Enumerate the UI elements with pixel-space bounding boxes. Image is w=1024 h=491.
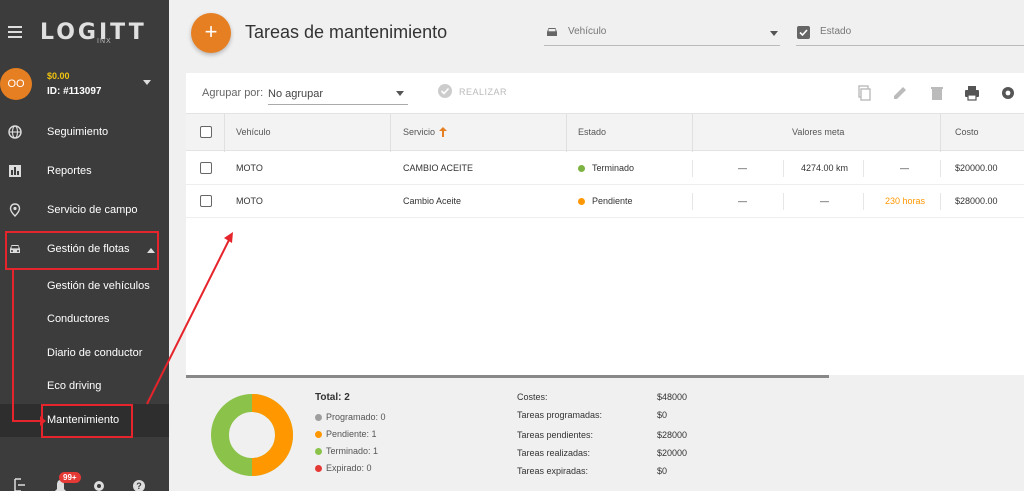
annotation-arrows [12, 232, 233, 426]
annotation-arrowhead [40, 416, 46, 426]
annotation-arrow-line [146, 239, 230, 405]
annotation-connector [12, 270, 40, 422]
